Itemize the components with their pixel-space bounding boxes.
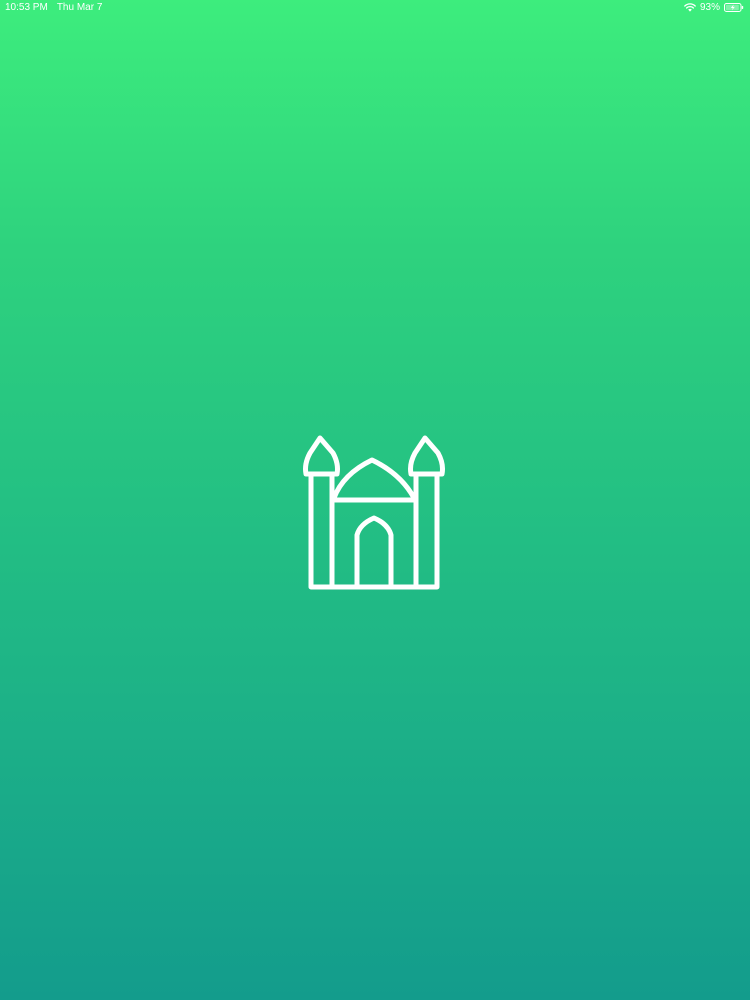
battery-charging-icon [724, 3, 744, 12]
mosque-icon [300, 408, 445, 593]
status-bar-left: 10:53 PM Thu Mar 7 [5, 0, 102, 15]
status-bar: 10:53 PM Thu Mar 7 93% [0, 0, 750, 15]
status-time: 10:53 PM [5, 2, 48, 13]
wifi-icon [684, 3, 696, 12]
status-date: Thu Mar 7 [56, 2, 103, 13]
battery-percent: 93% [699, 2, 720, 13]
status-bar-right: 93% [684, 0, 744, 15]
